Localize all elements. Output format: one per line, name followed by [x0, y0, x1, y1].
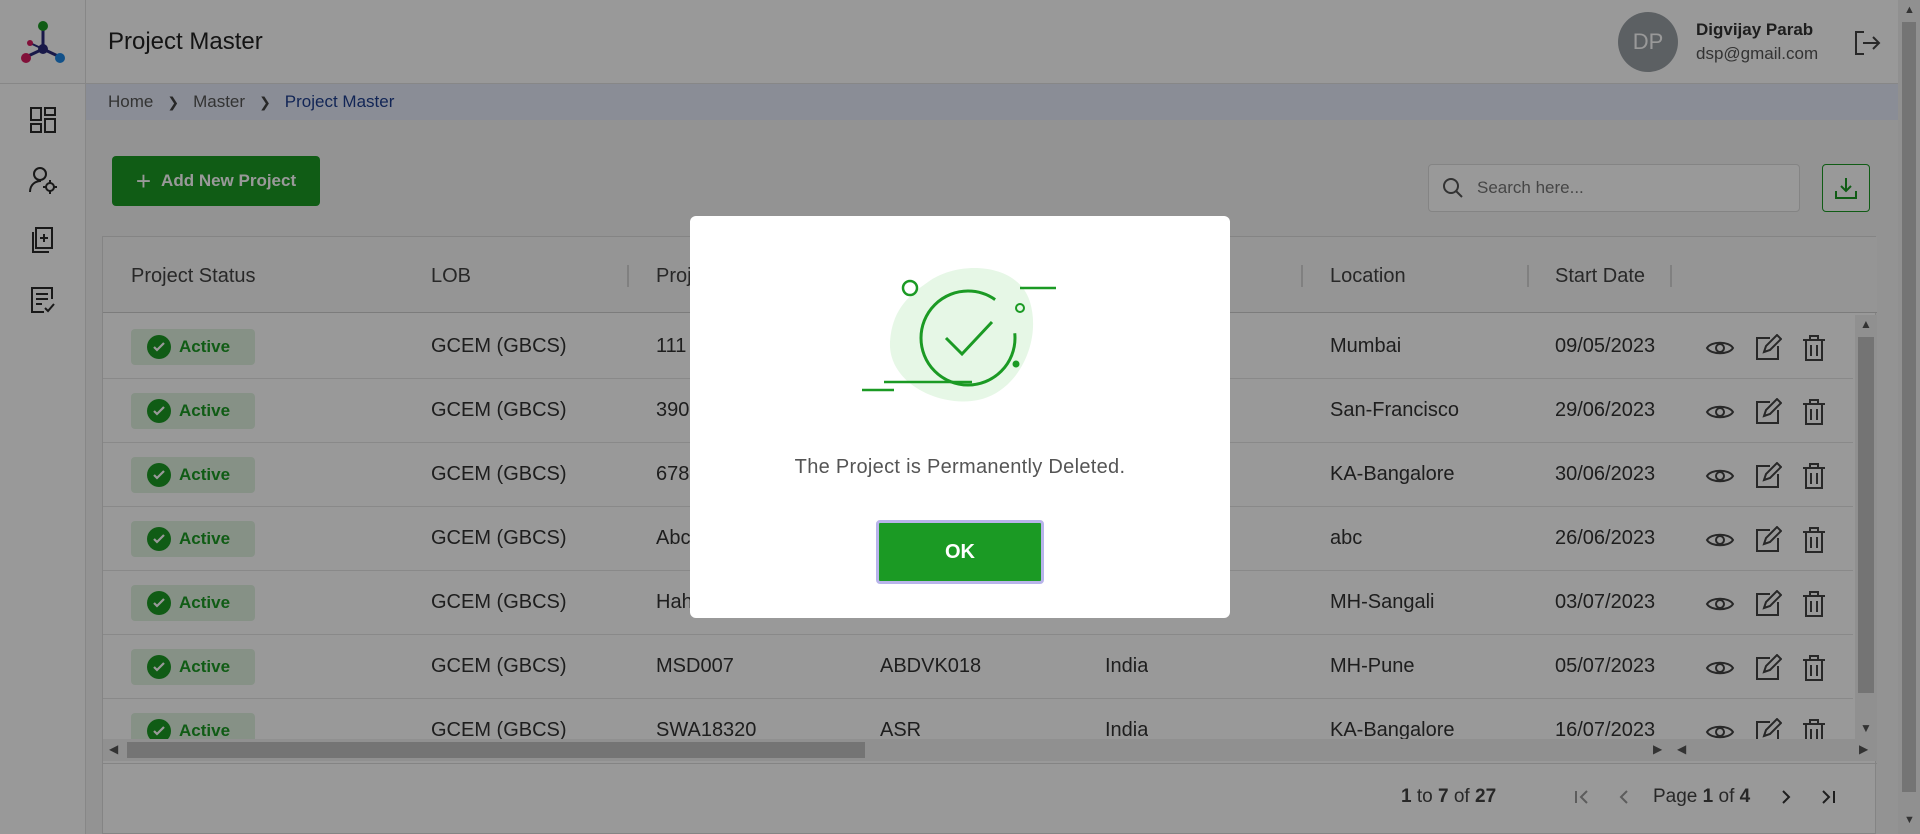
dialog-message: The Project is Permanently Deleted.	[794, 456, 1126, 478]
success-check-illustration-icon	[862, 268, 1056, 402]
delete-success-dialog: The Project is Permanently Deleted. OK	[690, 216, 1230, 618]
ok-button[interactable]: OK	[876, 520, 1044, 584]
